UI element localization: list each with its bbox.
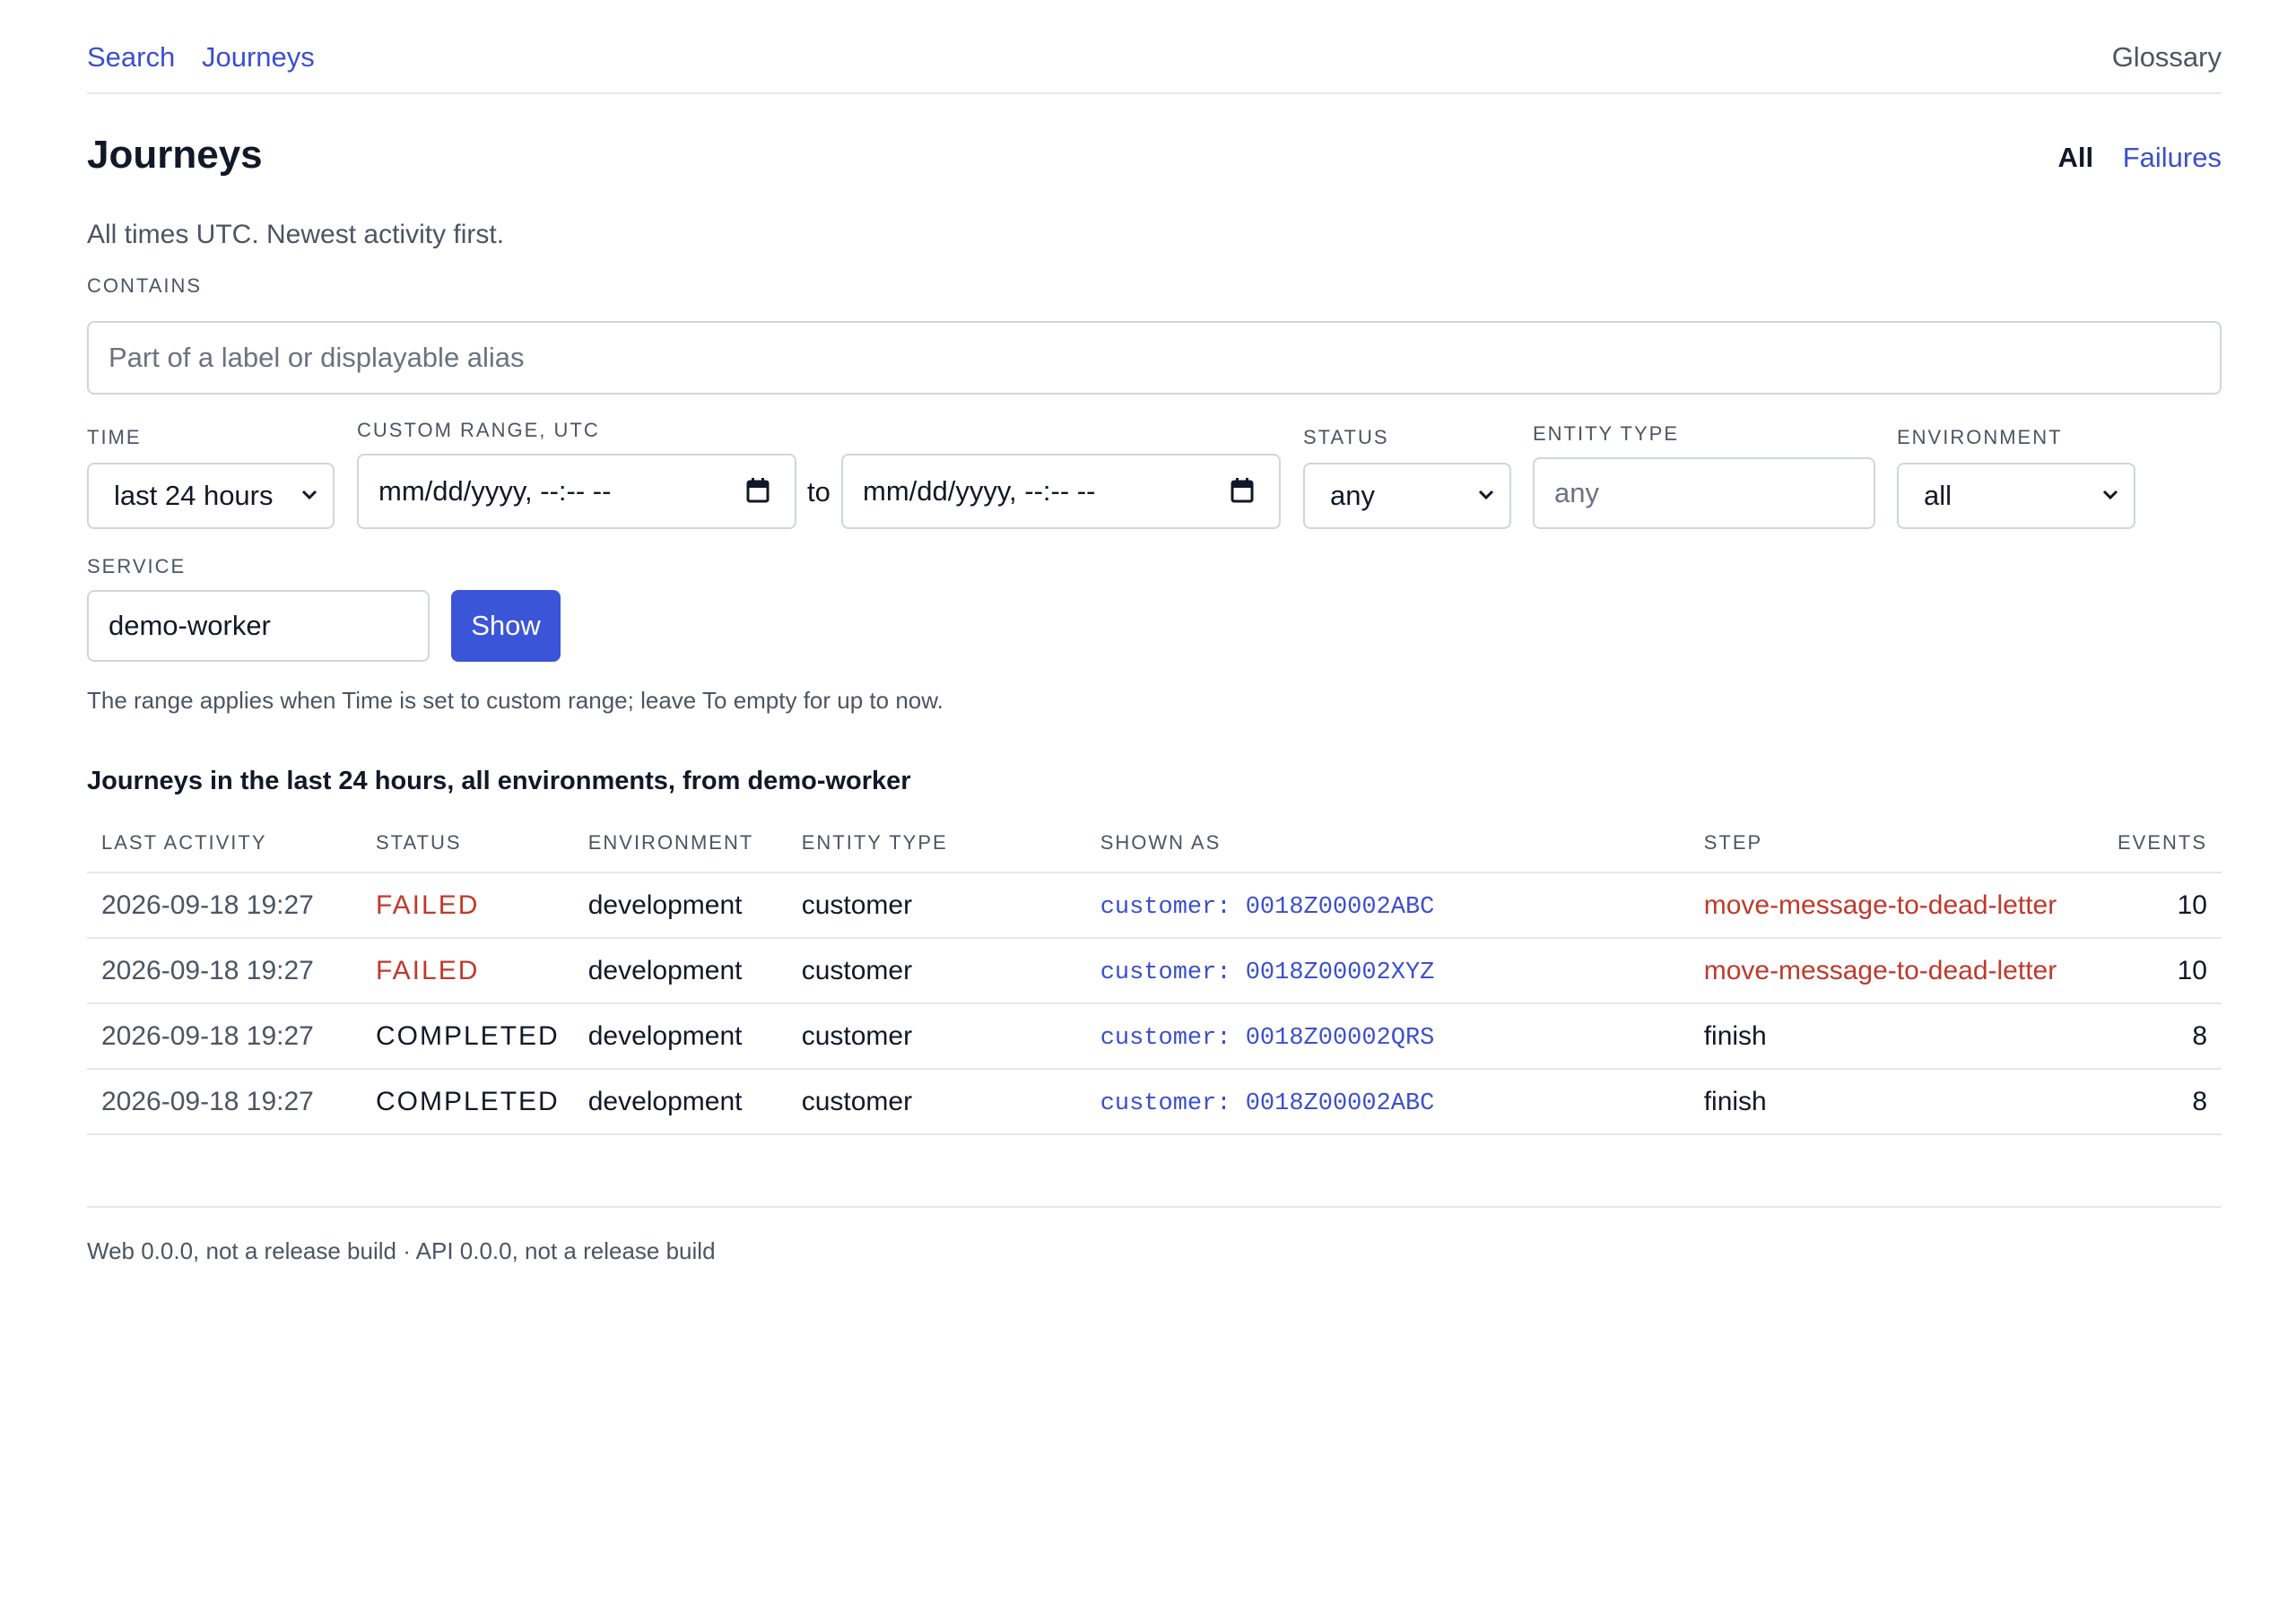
status-select[interactable]: any [1303,463,1511,529]
column-header-environment: Environment [573,814,787,873]
column-header-entity-type: Entity type [787,814,1086,873]
cell-last-activity: 2026-09-18 19:27 [87,938,361,1004]
cell-step: finish [1689,1003,2096,1070]
time-select[interactable]: last 24 hours [87,463,335,529]
status-label: Status [1303,426,1389,448]
range-to-label: to [807,476,831,508]
entity-type-label: Entity type [1533,422,1680,445]
page-subtitle: All times UTC. Newest activity first. [87,220,505,249]
column-header-status: Status [361,814,574,873]
journey-link[interactable]: customer: 0018Z00002XYZ [1100,959,1435,986]
column-header-last-activity: Last activity [87,814,361,873]
cell-step: move-message-to-dead-letter [1689,872,2096,939]
service-label: Service [87,555,187,577]
cell-environment: development [573,1003,787,1070]
view-tabs: All Failures [2057,139,2222,177]
journeys-table: Last activity Status Environment Entity … [87,814,2222,1135]
cell-last-activity: 2026-09-18 19:27 [87,1069,361,1135]
table-row: 2026-09-18 19:27 FAILED development cust… [87,872,2222,939]
time-label: Time [87,426,142,448]
cell-events: 8 [2095,1003,2222,1070]
status-badge: FAILED [361,872,574,939]
cell-last-activity: 2026-09-18 19:27 [87,1003,361,1070]
range-to-value: mm/dd/yyyy, --:-- -- [863,475,1096,507]
cell-step: finish [1689,1069,2096,1135]
journey-link[interactable]: customer: 0018Z00002ABC [1100,894,1435,921]
table-row: 2026-09-18 19:27 COMPLETED development c… [87,1003,2222,1070]
cell-events: 10 [2095,938,2222,1004]
service-input[interactable] [87,590,430,662]
tab-all[interactable]: All [2057,142,2093,173]
show-button[interactable]: Show [451,590,561,662]
custom-range-label: Custom range, UTC [357,419,600,441]
journey-link[interactable]: customer: 0018Z00002QRS [1100,1025,1435,1052]
column-header-step: Step [1689,814,2096,873]
calendar-icon[interactable] [1231,478,1254,503]
status-badge: COMPLETED [361,1069,574,1135]
cell-step: move-message-to-dead-letter [1689,938,2096,1004]
range-help-text: The range applies when Time is set to cu… [87,687,944,714]
contains-label: Contains [87,274,203,297]
column-header-events: Events [2095,814,2222,873]
time-select-value: last 24 hours [114,480,274,511]
nav-link-search[interactable]: Search [87,39,175,76]
cell-last-activity: 2026-09-18 19:27 [87,872,361,939]
nav-link-glossary[interactable]: Glossary [2112,39,2222,76]
range-from-value: mm/dd/yyyy, --:-- -- [378,475,612,507]
calendar-icon[interactable] [746,478,770,503]
column-header-shown-as: Shown as [1085,814,1690,873]
journey-link[interactable]: customer: 0018Z00002ABC [1100,1090,1435,1117]
environment-label: Environment [1897,426,2063,448]
cell-entity-type: customer [787,1069,1086,1135]
range-from-input[interactable]: mm/dd/yyyy, --:-- -- [357,454,796,529]
cell-entity-type: customer [787,872,1086,939]
chevron-down-icon [301,490,317,500]
range-to-input[interactable]: mm/dd/yyyy, --:-- -- [841,454,1281,529]
page-title: Journeys [87,133,263,177]
entity-type-input[interactable] [1533,457,1875,529]
cell-entity-type: customer [787,1003,1086,1070]
status-select-value: any [1330,480,1375,511]
cell-environment: development [573,872,787,939]
top-nav: Search Journeys Glossary [87,0,2222,94]
status-badge: COMPLETED [361,1003,574,1070]
status-badge: FAILED [361,938,574,1004]
page: Search Journeys Glossary Journeys All Fa… [87,0,2222,1264]
footer-version-text: Web 0.0.0, not a release build · API 0.0… [87,1237,716,1264]
cell-events: 8 [2095,1069,2222,1135]
results-heading: Journeys in the last 24 hours, all envir… [87,767,911,795]
environment-select-value: all [1924,480,1952,511]
cell-events: 10 [2095,872,2222,939]
tab-failures[interactable]: Failures [2123,142,2222,173]
chevron-down-icon [1478,490,1494,500]
table-row: 2026-09-18 19:27 FAILED development cust… [87,938,2222,1004]
environment-select[interactable]: all [1897,463,2135,529]
page-header: Journeys All Failures [87,94,2222,202]
cell-entity-type: customer [787,938,1086,1004]
nav-link-journeys[interactable]: Journeys [202,39,315,76]
cell-environment: development [573,1069,787,1135]
contains-input[interactable] [87,321,2222,395]
cell-environment: development [573,938,787,1004]
table-header-row: Last activity Status Environment Entity … [87,814,2222,873]
footer-divider [87,1206,2222,1208]
table-row: 2026-09-18 19:27 COMPLETED development c… [87,1069,2222,1135]
chevron-down-icon [2102,490,2118,500]
